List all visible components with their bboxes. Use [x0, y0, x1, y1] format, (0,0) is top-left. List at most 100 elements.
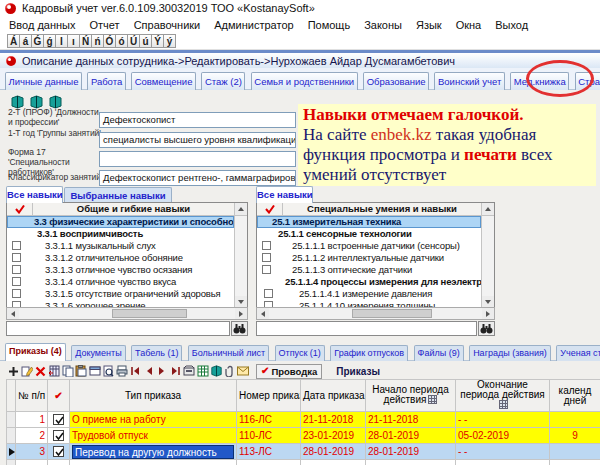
order-row-selected[interactable]: 3 Перевод на другую должность 113-ЛС 28-… — [7, 444, 600, 460]
skill-row[interactable]: 3.3.1.5 отсутствие ограничений здоровья — [7, 288, 234, 300]
tab-stazh[interactable]: Стаж (2) — [201, 72, 245, 90]
classifier-field[interactable]: Дефектоскопист рентгено-, гаммаграфирова… — [99, 170, 296, 186]
order-days[interactable] — [550, 412, 600, 428]
menu-vvod-dannyh[interactable]: Ввод данных — [2, 19, 83, 31]
tab-obrazovanie[interactable]: Образование — [363, 72, 429, 90]
order-checkbox-cell[interactable] — [48, 412, 70, 428]
paste-button[interactable] — [75, 364, 89, 379]
order-checkbox-cell[interactable] — [48, 428, 70, 444]
tab-prikazy[interactable]: Приказы (4) — [5, 343, 66, 361]
properties-button[interactable] — [88, 364, 102, 379]
order-date[interactable]: 23-01-2019 — [301, 428, 366, 444]
menu-zakony[interactable]: Законы — [357, 19, 409, 31]
tab-med-knizhka[interactable]: Мед.книжка — [510, 72, 569, 90]
skill-row[interactable]: 3.3.1 восприимчивость — [7, 228, 234, 240]
tab-tabel[interactable]: Табель (1) — [131, 345, 182, 361]
attachment-button[interactable] — [223, 364, 237, 379]
tab-dokumenty[interactable]: Документы — [71, 345, 125, 361]
scroll-right-button[interactable] — [482, 308, 494, 319]
archive-button[interactable] — [183, 364, 197, 379]
vertical-scrollbar[interactable] — [234, 216, 247, 308]
menu-okna[interactable]: Окна — [449, 19, 489, 31]
export-button[interactable] — [48, 364, 62, 379]
skill-search-input[interactable] — [256, 321, 477, 336]
order-end[interactable]: - - — [456, 444, 550, 460]
nav-last-button[interactable] — [169, 364, 183, 379]
skill-row[interactable]: 25.1.1.2 интеллектуальные датчики — [257, 252, 481, 264]
excel-button[interactable] — [196, 364, 210, 379]
order-number[interactable]: 110-ЛС — [237, 428, 301, 444]
tab-bolnichnyy-list[interactable]: Больничный лист — [188, 345, 269, 361]
left-tab-all-skills[interactable]: Все навыки — [6, 186, 63, 203]
order-number[interactable]: 113-ЛС — [237, 444, 301, 460]
horizontal-scrollbar[interactable] — [6, 307, 248, 320]
order-checkbox[interactable] — [53, 430, 64, 441]
nav-first-button[interactable] — [129, 364, 143, 379]
tab-fayly[interactable]: Файлы (9) — [414, 345, 464, 361]
skill-checkbox[interactable] — [12, 277, 21, 286]
search-button[interactable] — [478, 321, 495, 336]
order-end[interactable]: 05-02-2019 — [456, 428, 550, 444]
tab-uchenaya-stepen[interactable]: Ученая степень (звание) — [556, 345, 600, 361]
menu-vyhod[interactable]: Выход — [488, 19, 535, 31]
skill-checkbox[interactable] — [12, 289, 21, 298]
tab-grafik-otpuskov[interactable]: График отпусков — [330, 345, 408, 361]
order-number[interactable]: 116-ЛС — [237, 412, 301, 428]
tab-strahovaniya[interactable]: Страхования — [575, 72, 600, 90]
order-date[interactable]: 28-01-2019 — [301, 444, 366, 460]
skill-checkbox[interactable] — [12, 241, 21, 250]
skill-checkbox[interactable] — [12, 253, 21, 262]
skill-row[interactable]: 3.3.1.2 отличительное обоняние — [7, 252, 234, 264]
order-row[interactable]: 1 О приеме на работу 116-ЛС 21-11-2018 2… — [7, 412, 600, 428]
skill-search-input[interactable] — [6, 321, 230, 336]
positions-field[interactable]: Дефектоскопист — [99, 112, 296, 128]
order-checkbox-cell[interactable] — [48, 444, 70, 460]
scroll-right-button[interactable] — [235, 308, 247, 319]
tab-sovmeschenie[interactable]: Совмещение — [131, 72, 196, 90]
skill-row[interactable]: 3.3.1.4 отличное чувство вкуса — [7, 276, 234, 288]
skill-row[interactable]: 25.1.1 сенсорные технологии — [257, 228, 481, 240]
skill-checkbox[interactable] — [262, 241, 271, 250]
print-button[interactable] — [115, 364, 129, 379]
order-days[interactable]: 9 — [550, 428, 600, 444]
skill-checkbox[interactable] — [262, 265, 271, 274]
order-checkbox[interactable] — [53, 446, 64, 457]
tab-nagrady[interactable]: Награды (звания) — [469, 345, 551, 361]
skill-checkbox[interactable] — [264, 289, 273, 298]
form17-field[interactable] — [99, 151, 296, 167]
order-date[interactable]: 21-11-2018 — [301, 412, 366, 428]
order-start[interactable]: 28-01-2019 — [366, 428, 456, 444]
right-tab-all-skills[interactable]: Все навыки — [256, 186, 313, 203]
left-tab-selected-skills[interactable]: Выбранные навыки — [64, 187, 172, 203]
skill-row[interactable]: 3.3 физические характеристики и способно… — [7, 216, 234, 228]
skill-checkbox[interactable] — [262, 253, 271, 262]
skill-row[interactable]: 25.1.1.3 оптические датчики — [257, 264, 481, 276]
scroll-left-button[interactable] — [7, 308, 19, 319]
print-preview-button[interactable] — [102, 364, 116, 379]
menu-administrator[interactable]: Администратор — [207, 19, 300, 31]
scrollbar-thumb[interactable] — [352, 309, 432, 318]
vertical-scrollbar[interactable] — [481, 216, 494, 308]
search-button[interactable] — [231, 321, 248, 336]
selected-cell[interactable]: Перевод на другую должность — [72, 445, 234, 459]
order-end[interactable]: - - — [456, 412, 550, 428]
mail-button[interactable] — [237, 364, 251, 379]
tab-rabota[interactable]: Работа — [87, 72, 125, 90]
scroll-left-button[interactable] — [257, 308, 269, 319]
order-days[interactable] — [550, 444, 600, 460]
nav-prev-button[interactable] — [142, 364, 156, 379]
copy-button[interactable] — [61, 364, 75, 379]
skill-checkbox[interactable] — [12, 265, 21, 274]
skill-row[interactable]: 25.1.1.4.1 измерение давления — [257, 288, 481, 300]
scroll-up-button[interactable] — [481, 203, 494, 215]
order-type[interactable]: О приеме на работу — [70, 412, 237, 428]
scroll-up-button[interactable] — [234, 203, 247, 215]
skill-row[interactable]: 3.3.1.3 отличное чувство осязания — [7, 264, 234, 276]
order-checkbox[interactable] — [53, 414, 64, 425]
provodka-button[interactable]: ✔Проводка — [256, 364, 322, 379]
delete-button[interactable] — [34, 364, 48, 379]
tab-voinskiy-uchet[interactable]: Воинский учет — [434, 72, 504, 90]
menu-yazyk[interactable]: Язык — [409, 19, 449, 31]
menu-pomosch[interactable]: Помощь — [301, 19, 358, 31]
book-button[interactable] — [210, 364, 224, 379]
